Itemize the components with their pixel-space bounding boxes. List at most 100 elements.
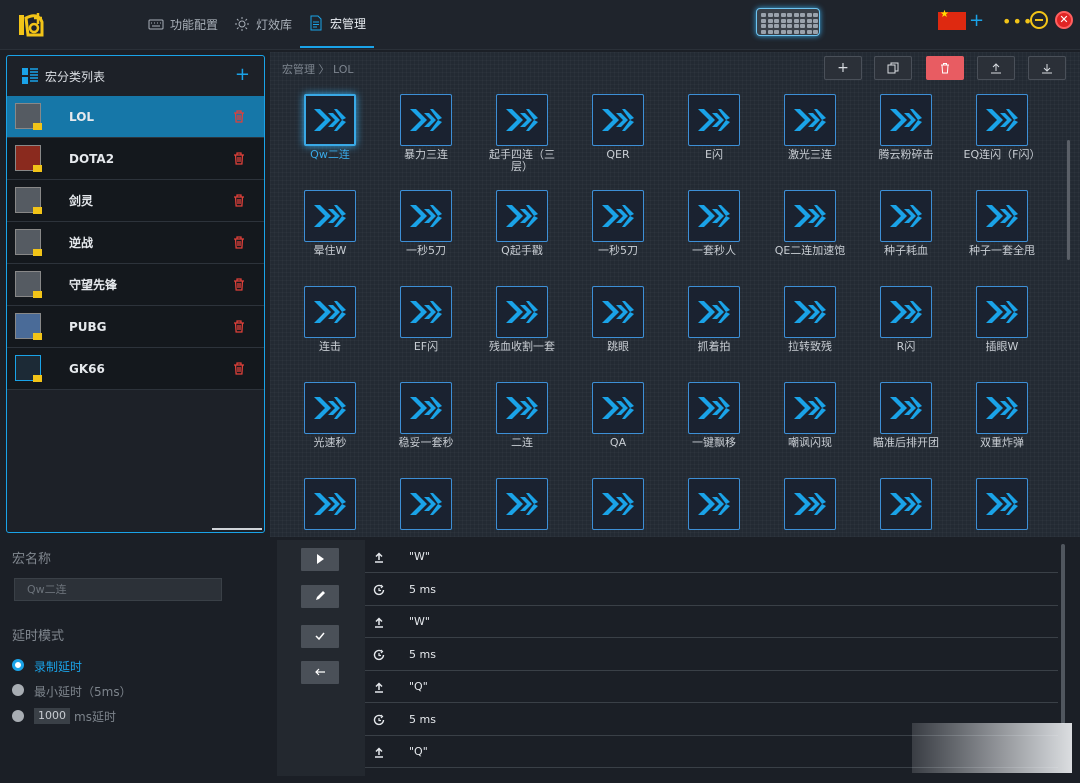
sidebar-item-category[interactable]: 剑灵 [7, 180, 264, 222]
macro-item[interactable]: 腾云粉碎击 [866, 94, 946, 161]
macro-item[interactable] [482, 478, 562, 533]
macro-item[interactable]: E闪 [674, 94, 754, 161]
macro-icon [304, 94, 356, 146]
sidebar-item-category[interactable]: GK66 [7, 348, 264, 390]
macro-properties-panel: 宏名称 Qw二连 延时模式 录制延时 最小延时（5ms） 1000 ms延时 [0, 540, 272, 783]
macro-item[interactable]: 跳眼 [578, 286, 658, 353]
macro-item[interactable]: 光速秒 [290, 382, 370, 449]
clock-icon [373, 649, 385, 660]
steps-scrollbar[interactable] [1061, 544, 1065, 724]
macro-step-row[interactable]: "Q" [365, 671, 1058, 703]
add-macro-button[interactable]: + [824, 56, 862, 80]
light-icon [235, 17, 250, 31]
macro-item[interactable]: EQ连闪（F闪） [962, 94, 1042, 161]
play-button[interactable] [301, 548, 339, 571]
macro-item[interactable]: 连击 [290, 286, 370, 353]
confirm-button[interactable] [301, 625, 339, 648]
macro-label: QER [606, 148, 630, 161]
macro-item[interactable]: Qw二连 [290, 94, 370, 161]
macro-item[interactable] [290, 478, 370, 533]
delete-category-icon[interactable] [233, 152, 245, 165]
tab-light-library[interactable]: 灯效库 [226, 0, 300, 48]
close-icon[interactable]: ✕ [1055, 11, 1073, 29]
delete-category-icon[interactable] [233, 194, 245, 207]
macro-item[interactable]: 残血收割一套 [482, 286, 562, 353]
minimize-icon[interactable] [1030, 11, 1048, 29]
macro-item[interactable] [962, 478, 1042, 533]
macro-step-row[interactable]: "W" [365, 541, 1058, 573]
radio-custom-delay[interactable] [12, 710, 24, 722]
delete-category-icon[interactable] [233, 320, 245, 333]
macro-item[interactable]: R闪 [866, 286, 946, 353]
macro-item[interactable]: 种子一套全甩 [962, 190, 1042, 257]
back-button[interactable] [301, 661, 339, 684]
delete-category-icon[interactable] [233, 236, 245, 249]
delete-category-icon[interactable] [233, 362, 245, 375]
macro-step-row[interactable]: 5 ms [365, 574, 1058, 606]
macro-label: 嘲讽闪现 [788, 436, 832, 449]
macro-item[interactable]: Q起手戳 [482, 190, 562, 257]
import-macro-button[interactable] [1028, 56, 1066, 80]
sidebar-item-category[interactable]: 逆战 [7, 222, 264, 264]
macro-item[interactable]: 二连 [482, 382, 562, 449]
sidebar-item-category[interactable]: LOL [7, 96, 264, 138]
macro-item[interactable] [578, 478, 658, 533]
sidebar-item-category[interactable]: PUBG [7, 306, 264, 348]
keyboard-device-thumbnail[interactable] [756, 8, 820, 36]
category-sidebar: 宏分类列表 + LOL DOTA2 剑灵 逆战 守望先锋 PUBG GK66 [6, 55, 265, 533]
macro-label: 种子耗血 [884, 244, 928, 257]
macro-item[interactable] [770, 478, 850, 533]
macro-item[interactable]: 种子耗血 [866, 190, 946, 257]
tab-function-config[interactable]: 功能配置 [140, 0, 226, 48]
export-macro-button[interactable] [977, 56, 1015, 80]
macro-item[interactable]: 晕住W [290, 190, 370, 257]
tab-macro-manager[interactable]: 宏管理 [300, 0, 375, 48]
macro-item[interactable] [386, 478, 466, 533]
category-list: LOL DOTA2 剑灵 逆战 守望先锋 PUBG GK66 [7, 96, 264, 390]
macro-item[interactable]: QER [578, 94, 658, 161]
more-icon[interactable]: ••• [1002, 12, 1033, 31]
macro-item[interactable]: QA [578, 382, 658, 449]
macro-item[interactable]: 双重炸弹 [962, 382, 1042, 449]
macro-label: EF闪 [413, 340, 439, 353]
custom-delay-input[interactable]: 1000 [34, 708, 70, 724]
macro-item[interactable]: 一秒5刀 [386, 190, 466, 257]
macro-item[interactable]: 一套秒人 [674, 190, 754, 257]
tab-label: 灯效库 [256, 17, 293, 32]
macro-item[interactable]: 暴力三连 [386, 94, 466, 161]
delete-macro-button[interactable] [926, 56, 964, 80]
add-device-icon[interactable]: + [969, 10, 984, 31]
china-flag-icon[interactable] [938, 9, 966, 30]
tab-label: 宏管理 [330, 16, 367, 31]
macro-item[interactable]: EF闪 [386, 286, 466, 353]
macro-item[interactable]: 稳妥一套秒 [386, 382, 466, 449]
radio-record-delay[interactable] [12, 659, 24, 671]
macro-item[interactable]: 抓着拍 [674, 286, 754, 353]
sidebar-item-category[interactable]: DOTA2 [7, 138, 264, 180]
add-category-button[interactable]: + [235, 64, 250, 85]
macro-item[interactable]: 起手四连（三层） [482, 94, 562, 173]
macro-icon [880, 286, 932, 338]
macro-name-input[interactable]: Qw二连 [14, 578, 222, 601]
macro-item[interactable]: 拉转致残 [770, 286, 850, 353]
grid-scrollbar[interactable] [1067, 140, 1070, 260]
edit-button[interactable] [301, 585, 339, 608]
copy-macro-button[interactable] [874, 56, 912, 80]
macro-item[interactable]: 激光三连 [770, 94, 850, 161]
macro-item[interactable] [866, 478, 946, 533]
macro-item[interactable]: 一键飘移 [674, 382, 754, 449]
macro-item[interactable]: 一秒5刀 [578, 190, 658, 257]
sidebar-item-category[interactable]: 守望先锋 [7, 264, 264, 306]
macro-item[interactable] [674, 478, 754, 533]
delete-category-icon[interactable] [233, 278, 245, 291]
trash-icon [941, 63, 949, 74]
delete-category-icon[interactable] [233, 110, 245, 123]
macro-item[interactable]: 插眼W [962, 286, 1042, 353]
macro-item[interactable]: 瞄准后排开团 [866, 382, 946, 449]
macro-step-row[interactable]: "W" [365, 606, 1058, 638]
sidebar-scrollbar[interactable] [212, 528, 262, 530]
macro-item[interactable]: 嘲讽闪现 [770, 382, 850, 449]
radio-min-delay[interactable] [12, 684, 24, 696]
macro-item[interactable]: QE二连加速饱 [770, 190, 850, 257]
macro-step-row[interactable]: 5 ms [365, 639, 1058, 671]
